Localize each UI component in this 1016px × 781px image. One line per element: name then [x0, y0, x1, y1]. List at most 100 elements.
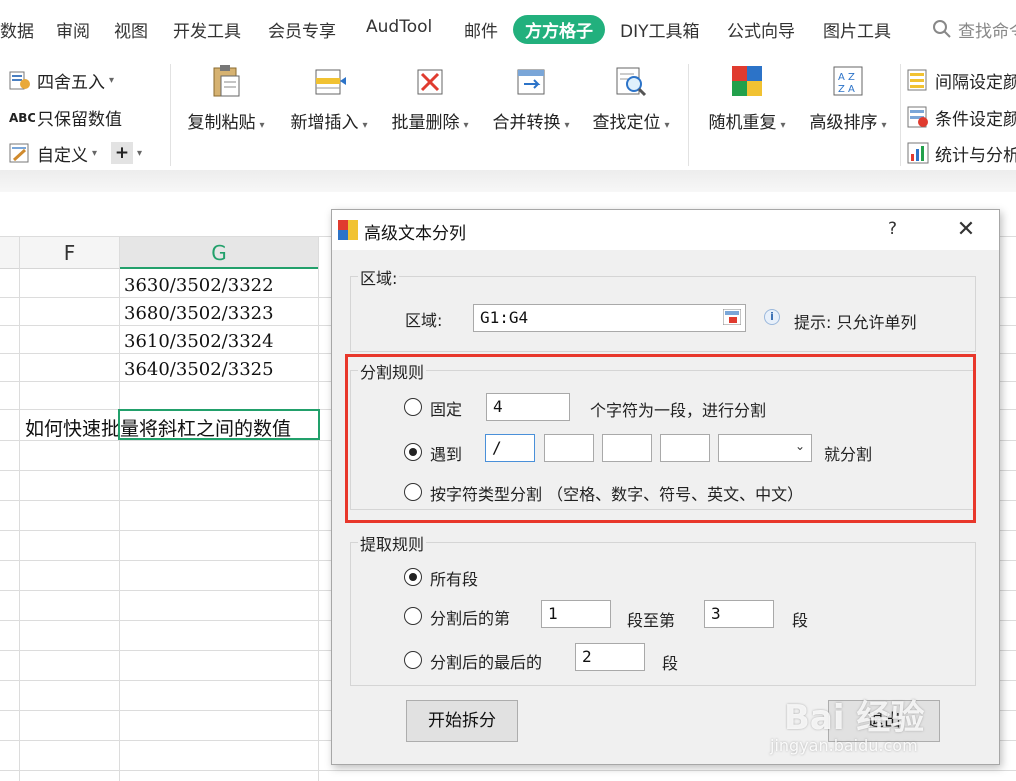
help-button[interactable]: ? — [888, 219, 897, 239]
interval-color-button[interactable]: 间隔设定颜色 — [907, 67, 1016, 93]
random-icon — [730, 64, 764, 98]
ribbon-panel: 四舍五入 ▾ ABC 只保留数值 自定义 ▾ + ▾ 复制粘贴 ▾ 新增插入 ▾ 批量删除… — [0, 60, 1016, 172]
insert-label: 新增插入 — [290, 113, 359, 133]
chevron-down-icon[interactable]: ▾ — [92, 148, 97, 159]
last-segments-radio[interactable] — [404, 651, 422, 669]
tab-developer[interactable]: 开发工具 — [173, 17, 241, 42]
cond-color-button[interactable]: 条件设定颜色 — [907, 104, 1016, 130]
chevron-down-icon: ▾ — [881, 120, 887, 131]
ribbon-separator — [688, 64, 689, 166]
tab-audtool[interactable]: AudTool — [366, 17, 432, 37]
chevron-down-icon: ▾ — [780, 120, 786, 131]
extract-rule-group-label: 提取规则 — [358, 531, 427, 555]
cell-g3[interactable]: 3610/3502/3324 — [124, 331, 274, 352]
cond-color-icon — [907, 106, 929, 128]
chevron-down-icon: ▾ — [564, 120, 570, 131]
ribbon-separator — [170, 64, 171, 166]
range-segments-radio[interactable] — [404, 607, 422, 625]
watermark-url: jingyan.baidu.com — [770, 736, 918, 755]
round-button[interactable]: 四舍五入 ▾ — [9, 67, 114, 93]
dialog-title-bar[interactable]: 高级文本分列 ? ✕ — [332, 210, 999, 250]
command-search[interactable]: 查找命令 — [932, 17, 1016, 42]
custom-button[interactable]: 自定义 ▾ + ▾ — [9, 140, 142, 166]
insert-button[interactable]: 新增插入 ▾ — [283, 64, 375, 133]
batch-delete-button[interactable]: 批量删除 ▾ — [385, 64, 475, 133]
custom-icon — [9, 142, 31, 164]
svg-text:A Z: A Z — [838, 72, 855, 83]
command-search-label: 查找命令 — [958, 22, 1016, 42]
svg-text:ABC: ABC — [9, 111, 35, 125]
keep-values-button[interactable]: ABC 只保留数值 — [9, 104, 122, 130]
clipboard-icon — [209, 64, 243, 98]
tab-view[interactable]: 视图 — [114, 17, 148, 42]
chevron-down-icon: ▾ — [362, 120, 368, 131]
merge-convert-label: 合并转换 — [492, 113, 561, 133]
close-button[interactable]: ✕ — [952, 216, 980, 244]
interval-color-icon — [907, 69, 929, 91]
region-input[interactable]: G1:G4 — [473, 304, 746, 332]
interval-color-label: 间隔设定颜色 — [935, 72, 1016, 93]
magnifier-icon — [614, 64, 648, 98]
stats-button[interactable]: 统计与分析 — [907, 140, 1016, 166]
random-repeat-button[interactable]: 随机重复 ▾ — [701, 64, 793, 133]
tab-fangfang[interactable]: 方方格子 — [513, 15, 605, 44]
tab-member[interactable]: 会员专享 — [268, 17, 336, 42]
merge-icon — [514, 64, 548, 98]
app-icon — [338, 220, 358, 240]
cell-g2[interactable]: 3680/3502/3323 — [124, 303, 274, 324]
add-icon[interactable]: + — [111, 142, 134, 164]
batch-delete-label: 批量删除 — [391, 113, 460, 133]
chevron-down-icon[interactable]: ▾ — [109, 75, 114, 86]
segment-from-input[interactable]: 1 — [541, 600, 611, 628]
delete-icon — [413, 64, 447, 98]
merge-convert-button[interactable]: 合并转换 ▾ — [486, 64, 576, 133]
round-label: 四舍五入 — [37, 72, 105, 93]
last-segments-suffix: 段 — [662, 654, 679, 673]
advanced-sort-button[interactable]: A ZZ A 高级排序 ▾ — [803, 64, 893, 133]
cell-g4[interactable]: 3640/3502/3325 — [124, 359, 274, 380]
column-header-e[interactable] — [0, 237, 20, 269]
tab-diy[interactable]: DIY工具箱 — [620, 17, 700, 42]
grid-line — [318, 237, 319, 781]
find-locate-label: 查找定位 — [592, 113, 661, 133]
all-segments-radio[interactable] — [404, 568, 422, 586]
range-segments-label: 分割后的第 — [430, 609, 511, 628]
region-group-label: 区域: — [358, 265, 400, 289]
tab-review[interactable]: 审阅 — [56, 17, 90, 42]
copy-paste-button[interactable]: 复制粘贴 ▾ — [182, 64, 270, 133]
cond-color-label: 条件设定颜色 — [935, 109, 1016, 130]
svg-text:Z A: Z A — [838, 84, 855, 95]
column-header-f[interactable]: F — [20, 237, 119, 269]
tab-data[interactable]: 数据 — [0, 17, 34, 42]
grid-line — [19, 237, 20, 781]
insert-icon — [312, 64, 346, 98]
tab-formula-wizard[interactable]: 公式向导 — [727, 17, 795, 42]
cell-g1[interactable]: 3630/3502/3322 — [124, 275, 274, 296]
ribbon-divider — [0, 170, 1016, 192]
segment-to-input[interactable]: 3 — [704, 600, 774, 628]
keep-values-label: 只保留数值 — [37, 109, 122, 130]
chevron-down-icon: ▾ — [259, 120, 265, 131]
find-locate-button[interactable]: 查找定位 ▾ — [587, 64, 675, 133]
last-count-input[interactable]: 2 — [575, 643, 645, 671]
range-picker-icon[interactable] — [722, 308, 742, 329]
tab-picture-tools[interactable]: 图片工具 — [823, 17, 891, 42]
column-header-g[interactable]: G — [120, 237, 318, 269]
tab-mail[interactable]: 邮件 — [464, 17, 498, 42]
all-segments-label: 所有段 — [430, 570, 479, 589]
segment-suffix: 段 — [792, 611, 809, 630]
segment-mid-label: 段至第 — [627, 611, 676, 630]
start-split-button[interactable]: 开始拆分 — [406, 700, 518, 742]
advanced-sort-label: 高级排序 — [809, 113, 878, 133]
stats-label: 统计与分析 — [935, 145, 1016, 166]
active-cell-g6[interactable] — [118, 409, 320, 440]
dialog-title: 高级文本分列 — [364, 224, 466, 244]
chevron-down-icon: ▾ — [463, 120, 469, 131]
chevron-down-icon[interactable]: ▾ — [137, 148, 142, 159]
stats-icon — [907, 142, 929, 164]
info-icon: i — [764, 309, 780, 325]
grid-line — [0, 770, 1016, 771]
custom-label: 自定义 — [37, 145, 88, 166]
region-input-value: G1:G4 — [480, 308, 529, 327]
copy-paste-label: 复制粘贴 — [187, 113, 256, 133]
